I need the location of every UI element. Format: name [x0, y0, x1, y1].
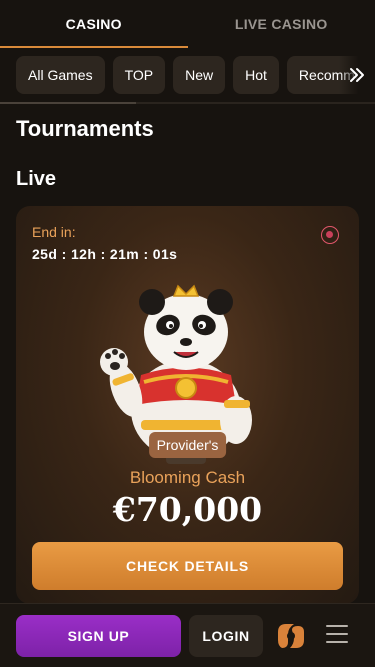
provider-badge: Provider's [148, 432, 227, 458]
category-chips: All Games TOP New Hot Recommended [16, 56, 375, 94]
chip-new[interactable]: New [173, 56, 226, 94]
check-details-button[interactable]: CHECK DETAILS [32, 542, 343, 590]
chip-all-games[interactable]: All Games [16, 56, 105, 94]
tab-live-casino[interactable]: LIVE CASINO [188, 0, 375, 48]
menu-line [326, 625, 348, 627]
brand-logo-icon[interactable] [274, 620, 308, 652]
hamburger-menu-icon[interactable] [326, 625, 350, 647]
section-title-live: Live [16, 168, 57, 190]
tournament-card[interactable]: End in: 25d : 12h : 21m : 01s Provider's… [16, 206, 359, 604]
page-title: Tournaments [16, 116, 154, 141]
live-indicator-icon [321, 226, 339, 244]
menu-line [326, 633, 348, 635]
chip-hot[interactable]: Hot [233, 56, 279, 94]
end-in-label: End in: [32, 224, 76, 240]
prize-amount: €70,000 [112, 490, 263, 529]
top-tabs: CASINO LIVE CASINO [0, 0, 375, 48]
chevrons-right-icon [350, 68, 364, 82]
bottom-bar: SIGN UP LOGIN [0, 603, 375, 667]
sign-up-button[interactable]: SIGN UP [16, 615, 181, 657]
tournament-name: Blooming Cash [129, 468, 246, 487]
countdown-timer: 25d : 12h : 21m : 01s [32, 246, 178, 262]
login-button[interactable]: LOGIN [189, 615, 263, 657]
menu-line [326, 641, 348, 643]
chips-scroll-button[interactable] [339, 56, 375, 94]
chips-scroll-thumb[interactable] [0, 102, 136, 104]
tab-casino[interactable]: CASINO [0, 0, 188, 48]
chip-top[interactable]: TOP [112, 56, 166, 94]
